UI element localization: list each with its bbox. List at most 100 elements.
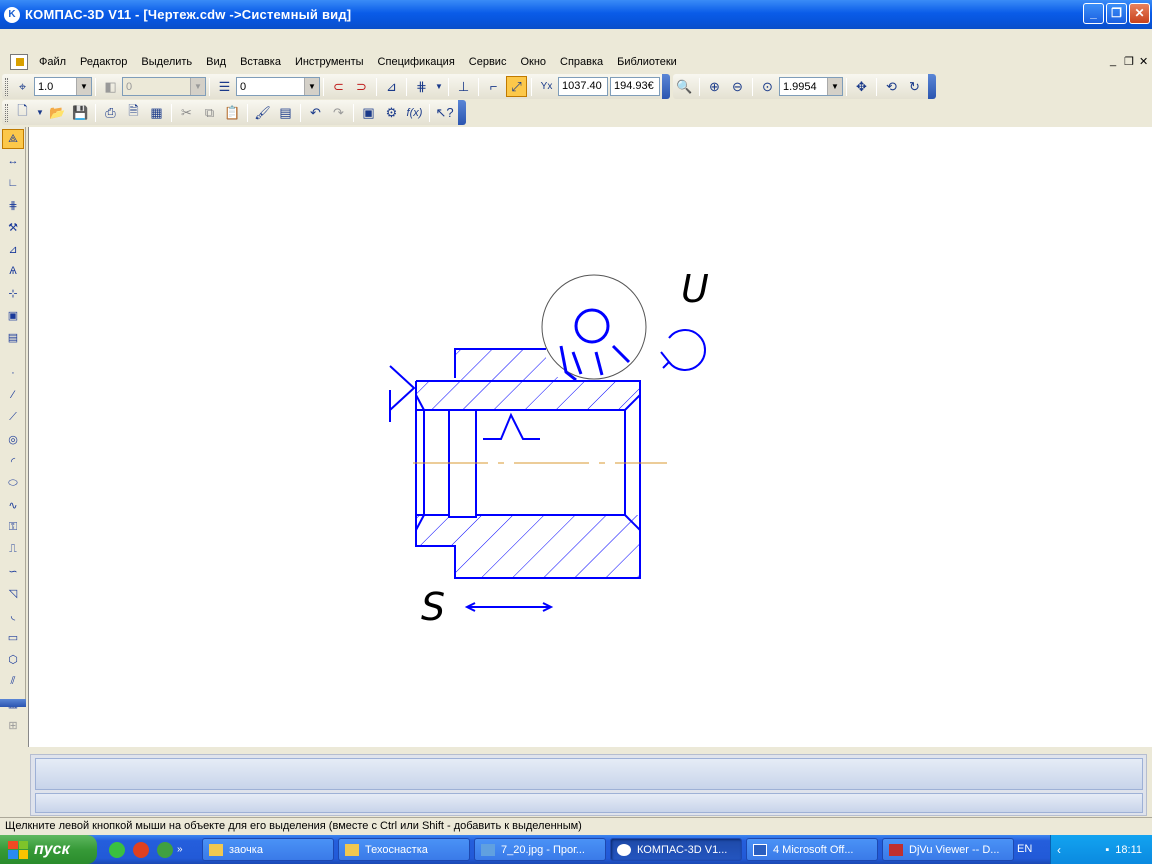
opera-icon[interactable]: [133, 841, 149, 858]
pan-icon[interactable]: ✥: [851, 76, 872, 97]
associative-views-panel-icon[interactable]: ⊹: [2, 283, 24, 303]
toolbar-options-button[interactable]: [662, 74, 670, 99]
undo-icon[interactable]: ↶: [305, 102, 326, 123]
auxiliary-line-icon[interactable]: ⁄: [2, 385, 24, 405]
start-button[interactable]: пуск: [0, 835, 97, 864]
segment-tool-icon[interactable]: ⟋: [2, 407, 24, 427]
menu-insert[interactable]: Вставка: [233, 56, 288, 68]
measurements-panel-icon[interactable]: ⊿: [2, 239, 24, 259]
quicklaunch-app-icon[interactable]: [109, 841, 125, 858]
selection-panel-icon[interactable]: Ѧ: [2, 261, 24, 281]
chevron-down-icon[interactable]: ▼: [35, 102, 45, 123]
menu-help[interactable]: Справка: [553, 56, 610, 68]
polyline-tool-icon[interactable]: ⎍: [2, 539, 24, 559]
curve-tool-icon[interactable]: ∽: [2, 561, 24, 581]
redo-icon[interactable]: ↷: [328, 102, 349, 123]
toolbar-grip[interactable]: [5, 77, 8, 96]
zoom-window-icon[interactable]: 🔍: [674, 76, 695, 97]
round-mode-icon[interactable]: ⤢: [506, 76, 527, 97]
task-button[interactable]: 4 Microsoft Off...: [746, 838, 878, 861]
toolbar-options-button[interactable]: [928, 74, 936, 99]
document-icon[interactable]: [10, 54, 28, 70]
reports-panel-icon[interactable]: ▤: [2, 327, 24, 347]
chamfer-tool-icon[interactable]: ◹: [2, 583, 24, 603]
drawing-canvas[interactable]: U S: [28, 127, 1152, 747]
zoom-in-icon[interactable]: ⊕: [704, 76, 725, 97]
task-button[interactable]: 7_20.jpg - Прог...: [474, 838, 606, 861]
quicklaunch-more-icon[interactable]: »: [177, 844, 183, 855]
save-icon[interactable]: 💾: [70, 102, 91, 123]
task-button[interactable]: заочка: [202, 838, 334, 861]
library-manager-icon[interactable]: ⚙: [381, 102, 402, 123]
tray-expand-icon[interactable]: ‹: [1057, 843, 1061, 857]
chevron-down-icon[interactable]: ▼: [827, 78, 842, 95]
coord-x-field[interactable]: 1037.40: [558, 77, 608, 96]
toolbar-grip[interactable]: [5, 103, 8, 122]
doc-close-button[interactable]: ✕: [1139, 55, 1148, 68]
zoom-scale-icon[interactable]: ⊙: [757, 76, 778, 97]
fragment-icon[interactable]: ▦: [146, 102, 167, 123]
paste-icon[interactable]: 📋: [222, 102, 243, 123]
quicklaunch-globe-icon[interactable]: [157, 841, 173, 858]
rectangle-tool-icon[interactable]: ▭: [2, 627, 24, 647]
menu-libraries[interactable]: Библиотеки: [610, 56, 684, 68]
print-icon[interactable]: ⎙: [100, 102, 121, 123]
hatch-tool-icon[interactable]: ⚿: [2, 517, 24, 537]
chevron-down-icon[interactable]: ▼: [304, 78, 319, 95]
layer-combo[interactable]: 0 ▼: [236, 77, 320, 96]
step-combo[interactable]: 1.0 ▼: [34, 77, 92, 96]
format-brush-icon[interactable]: 🖌: [252, 102, 273, 123]
point-tool-icon[interactable]: ·: [2, 363, 24, 383]
menu-editor[interactable]: Редактор: [73, 56, 134, 68]
tray-app-icon[interactable]: ▪: [1105, 844, 1109, 856]
help-pointer-icon[interactable]: ↖?: [434, 102, 455, 123]
coord-y-field[interactable]: 194.93€: [610, 77, 660, 96]
layers-icon[interactable]: ☰: [214, 76, 235, 97]
geometry-panel-icon[interactable]: ⟁: [2, 129, 24, 149]
designations-panel-icon[interactable]: ∟: [2, 173, 24, 193]
circle-tool-icon[interactable]: ◎: [2, 429, 24, 449]
doc-restore-button[interactable]: ❐: [1124, 55, 1134, 68]
menu-select[interactable]: Выделить: [134, 56, 199, 68]
task-button-active[interactable]: КОМПАС-3D V1...: [610, 838, 742, 861]
menu-view[interactable]: Вид: [199, 56, 233, 68]
manager-icon[interactable]: ▣: [358, 102, 379, 123]
editing-panel-icon[interactable]: ⋕: [2, 195, 24, 215]
variables-icon[interactable]: f(x): [404, 102, 425, 123]
task-button[interactable]: Техоснастка: [338, 838, 470, 861]
chevron-down-icon[interactable]: ▼: [434, 76, 444, 97]
properties-icon[interactable]: ▤: [275, 102, 296, 123]
menu-specification[interactable]: Спецификация: [371, 56, 462, 68]
menu-service[interactable]: Сервис: [462, 56, 514, 68]
arc-tool-icon[interactable]: ◜: [2, 451, 24, 471]
panel-options-button[interactable]: [0, 699, 26, 707]
polygon-tool-icon[interactable]: ⬡: [2, 649, 24, 669]
spec-panel-icon[interactable]: ▣: [2, 305, 24, 325]
task-button[interactable]: DjVu Viewer -- D...: [882, 838, 1014, 861]
close-button[interactable]: ✕: [1129, 3, 1150, 24]
orthogonal-mode-icon[interactable]: ⌐: [483, 76, 504, 97]
snap-magnet-icon[interactable]: ⊂: [328, 76, 349, 97]
local-snap-icon[interactable]: ⊃: [351, 76, 372, 97]
new-document-icon[interactable]: 🗋: [12, 102, 33, 123]
open-folder-icon[interactable]: 📂: [47, 102, 68, 123]
toolbar-options-button[interactable]: [458, 100, 466, 125]
refresh-view-icon[interactable]: ⟲: [881, 76, 902, 97]
language-indicator[interactable]: EN: [1017, 843, 1032, 855]
parametrization-panel-icon[interactable]: ⚒: [2, 217, 24, 237]
equidistant-tool-icon[interactable]: ⫽: [2, 671, 24, 691]
grid-icon[interactable]: ⋕: [411, 76, 432, 97]
ortho-icon[interactable]: ⊿: [381, 76, 402, 97]
menu-tools[interactable]: Инструменты: [288, 56, 371, 68]
spline-tool-icon[interactable]: ∿: [2, 495, 24, 515]
chevron-down-icon[interactable]: ▼: [76, 78, 91, 95]
dimensions-panel-icon[interactable]: ↔: [2, 151, 24, 171]
copy-icon[interactable]: ⧉: [199, 102, 220, 123]
layer-state-icon[interactable]: ◧: [100, 76, 121, 97]
menu-file[interactable]: Файл: [32, 56, 73, 68]
doc-minimize-button[interactable]: _: [1110, 55, 1116, 67]
ellipse-tool-icon[interactable]: ⬭: [2, 473, 24, 493]
print-preview-icon[interactable]: 🗎: [123, 102, 144, 123]
zoom-combo[interactable]: 1.9954 ▼: [779, 77, 843, 96]
step-icon[interactable]: ⌖: [12, 76, 33, 97]
